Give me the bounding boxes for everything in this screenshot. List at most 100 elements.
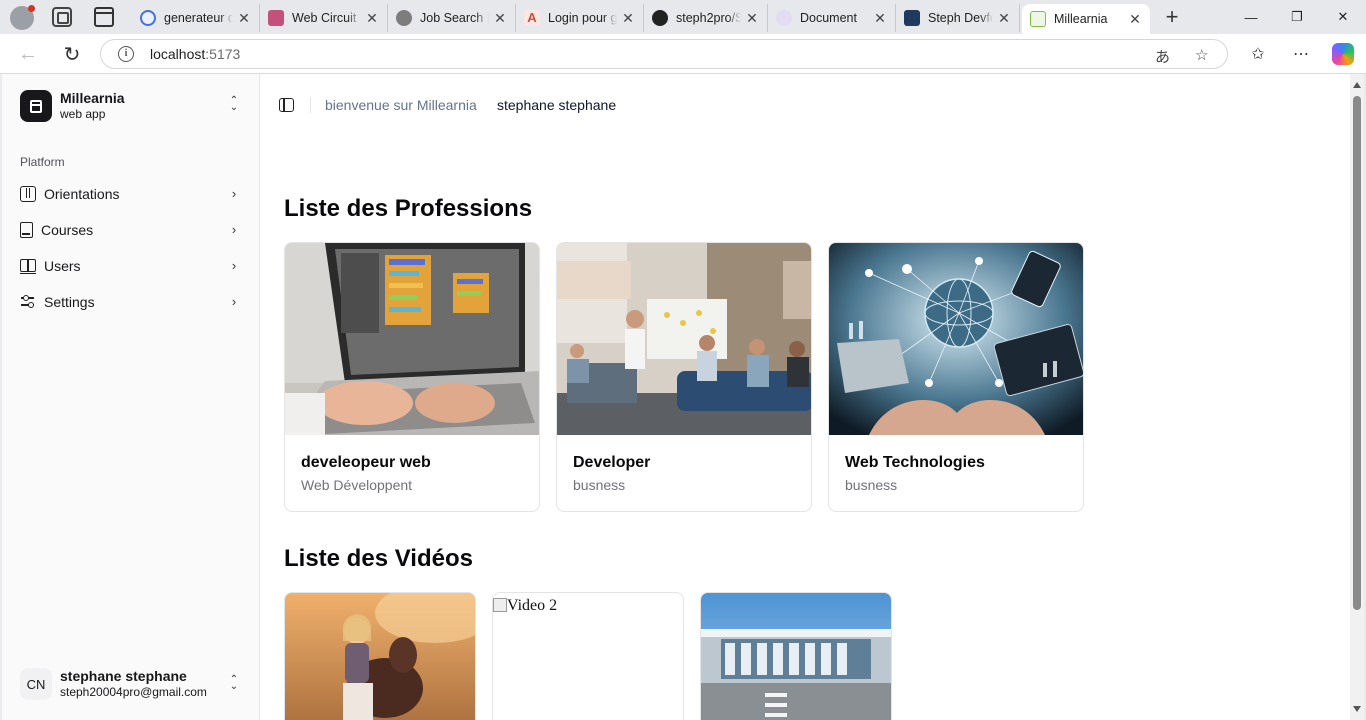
sidebar-item-label: Users [44, 258, 81, 274]
sidebar-group-label: Platform [20, 155, 65, 169]
favorite-star-icon[interactable]: ☆ [1195, 46, 1208, 64]
scroll-down-arrow-icon[interactable] [1353, 706, 1361, 712]
sidebar-item-orientations[interactable]: Orientations › [12, 178, 248, 210]
tab-favicon-icon [396, 10, 412, 26]
chevron-right-icon: › [231, 222, 237, 237]
scrollbar-thumb[interactable] [1353, 96, 1361, 610]
back-arrow-icon[interactable]: ← [16, 42, 40, 66]
chevron-right-icon: › [231, 294, 237, 309]
sidebar-item-settings[interactable]: Settings › [12, 286, 248, 318]
video-card[interactable] [700, 592, 892, 720]
profession-card[interactable]: Developer busness [556, 242, 812, 512]
page-viewport: Millearnia web app ⌃ ⌄ Platform Orientati… [2, 74, 1364, 720]
sidebar-item-users[interactable]: Users › [12, 250, 248, 282]
browser-toolbar: ← ↻ i localhost:5173 あ ☆ ✩ ⋯ [0, 34, 1366, 74]
sidebar-item-label: Orientations [44, 186, 120, 202]
favorites-icon[interactable]: ✩ [1246, 42, 1270, 66]
team-switcher[interactable]: Millearnia web app ⌃ ⌄ [20, 89, 244, 123]
reload-icon[interactable]: ↻ [60, 42, 84, 66]
video-card[interactable]: Video 2 [492, 592, 684, 720]
open-book-icon [20, 258, 36, 274]
browser-tab[interactable]: Document ✕ [768, 4, 896, 32]
browser-tab-strip: generateur d ✕ Web Circuit ✕ Job Search … [0, 0, 1366, 34]
girl-with-pony-photo [285, 593, 475, 720]
tab-label: Job Search | [420, 11, 489, 25]
sidebar-item-label: Courses [41, 222, 94, 238]
scroll-up-arrow-icon[interactable] [1353, 82, 1361, 88]
translate-icon[interactable]: あ [1155, 46, 1170, 67]
browser-tab[interactable]: Steph Devfo ✕ [896, 4, 1020, 32]
card-subtitle: busness [573, 477, 626, 493]
header-divider [310, 97, 311, 113]
videos-title: Liste des Vidéos [284, 545, 473, 572]
browser-tab[interactable]: A Login pour g ✕ [516, 4, 644, 32]
video-alt-text: Video 2 [493, 597, 557, 615]
broken-image-icon [493, 598, 507, 612]
user-name: stephane stephane [60, 668, 187, 684]
video-card[interactable] [284, 592, 476, 720]
new-tab-button[interactable]: + [1160, 4, 1184, 30]
main-content: bienvenue sur Millearnia stephane stepha… [260, 74, 1350, 720]
tab-label: steph2pro/S [676, 11, 741, 25]
browser-tab[interactable]: steph2pro/S ✕ [644, 4, 768, 32]
compass-icon [20, 186, 36, 202]
github-favicon-icon [652, 10, 668, 26]
user-menu[interactable]: CN stephane stephane steph20004pro@gmail… [20, 664, 244, 704]
sliders-icon [20, 294, 36, 310]
card-subtitle: Web Développent [301, 477, 413, 493]
browser-tab[interactable]: Web Circuit ✕ [260, 4, 388, 32]
tab-close-icon[interactable]: ✕ [365, 10, 379, 27]
tab-close-icon[interactable]: ✕ [1128, 11, 1142, 28]
tab-close-icon[interactable]: ✕ [493, 10, 507, 27]
url-host: localhost [150, 46, 206, 62]
tab-favicon-icon: A [524, 10, 540, 26]
browser-tab[interactable]: generateur d ✕ [132, 4, 260, 32]
copilot-icon[interactable] [1332, 43, 1354, 65]
more-menu-icon[interactable]: ⋯ [1289, 42, 1313, 66]
tab-label: Millearnia [1054, 12, 1108, 26]
site-info-icon[interactable]: i [118, 46, 134, 62]
tab-close-icon[interactable]: ✕ [745, 10, 759, 27]
workspaces-icon[interactable] [52, 7, 72, 27]
tab-close-icon[interactable]: ✕ [873, 10, 887, 27]
tab-close-icon[interactable]: ✕ [621, 10, 635, 27]
sidebar: Millearnia web app ⌃ ⌄ Platform Orientati… [2, 74, 260, 720]
tab-label: generateur d [164, 11, 233, 25]
chevron-right-icon: › [231, 258, 237, 273]
chevrons-up-down-icon: ⌃ ⌄ [229, 95, 239, 113]
breadcrumb-user: stephane stephane [497, 97, 617, 113]
page-scrollbar[interactable] [1350, 74, 1364, 720]
address-bar[interactable]: i localhost:5173 あ ☆ [100, 39, 1228, 69]
browser-tab[interactable]: Job Search | ✕ [388, 4, 516, 32]
browser-tab-active[interactable]: Millearnia ✕ [1022, 4, 1150, 34]
avatar: CN [20, 668, 52, 700]
profile-avatar-icon[interactable] [10, 5, 35, 30]
laptop-coding-photo [285, 243, 539, 435]
team-meeting-photo [557, 243, 811, 435]
profession-card[interactable]: Web Technologies busness [828, 242, 1084, 512]
breadcrumb-welcome[interactable]: bienvenue sur Millearnia [325, 97, 477, 113]
card-subtitle: busness [845, 477, 898, 493]
restore-button[interactable]: ❐ [1274, 0, 1320, 34]
professions-title: Liste des Professions [284, 195, 533, 222]
tab-label: Web Circuit [292, 11, 357, 25]
tab-label: Steph Devfo [928, 11, 993, 25]
close-window-button[interactable]: ✕ [1320, 0, 1366, 34]
global-network-photo [829, 243, 1083, 435]
tab-close-icon[interactable]: ✕ [997, 10, 1011, 27]
tab-close-icon[interactable]: ✕ [237, 10, 251, 27]
sidebar-item-label: Settings [44, 294, 95, 310]
sidebar-item-courses[interactable]: Courses › [12, 214, 248, 246]
minimize-button[interactable]: — [1228, 0, 1274, 34]
card-title: Web Technologies [845, 454, 985, 471]
tab-favicon-icon [140, 10, 156, 26]
modern-building-photo [701, 593, 891, 720]
url-text[interactable]: localhost:5173 [150, 46, 240, 62]
vertical-tabs-icon[interactable] [94, 7, 114, 27]
profession-card[interactable]: develeopeur web Web Développent [284, 242, 540, 512]
tab-favicon-icon [776, 10, 792, 26]
user-email: steph20004pro@gmail.com [60, 685, 207, 699]
url-port: :5173 [205, 46, 241, 62]
sidebar-toggle-icon[interactable] [279, 98, 294, 112]
chevrons-up-down-icon: ⌃ ⌄ [229, 674, 239, 692]
